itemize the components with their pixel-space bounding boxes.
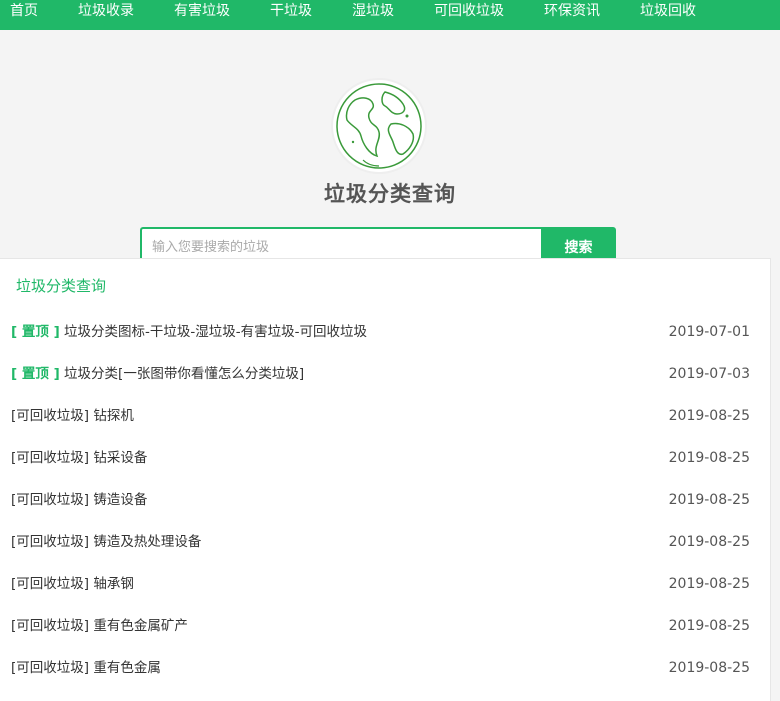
- nav-item-dry[interactable]: 干垃圾: [270, 0, 312, 24]
- list-item: [可回收垃圾] 重有色金属矿产 2019-08-25: [0, 605, 770, 647]
- article-panel: 垃圾分类查询 [ 置顶 ] 垃圾分类图标-干垃圾-湿垃圾-有害垃圾-可回收垃圾 …: [0, 258, 771, 701]
- list-item: [可回收垃圾] 铸造设备 2019-08-25: [0, 479, 770, 521]
- list-item-date: 2019-08-25: [668, 534, 750, 550]
- nav-item-eco-news[interactable]: 环保资讯: [544, 0, 600, 24]
- list-item-link[interactable]: [ 置顶 ] 垃圾分类图标-干垃圾-湿垃圾-有害垃圾-可回收垃圾: [11, 311, 367, 353]
- nav-item-garbage-index[interactable]: 垃圾收录: [78, 0, 134, 24]
- list-item-link[interactable]: [可回收垃圾] 钻探机: [11, 395, 134, 437]
- list-item: [可回收垃圾] 钻采设备 2019-08-25: [0, 437, 770, 479]
- pinned-badge: [ 置顶 ]: [11, 324, 60, 340]
- list-item: [可回收垃圾] 轴承钢 2019-08-25: [0, 563, 770, 605]
- list-item-link[interactable]: [可回收垃圾] 铸造设备: [11, 479, 147, 521]
- site-logo: [333, 80, 425, 172]
- list-item-link[interactable]: [可回收垃圾] 轴承钢: [11, 563, 134, 605]
- list-item-link[interactable]: [可回收垃圾] 钻采设备: [11, 437, 147, 479]
- list-item: [可回收垃圾] 铸造及热处理设备 2019-08-25: [0, 521, 770, 563]
- list-item-date: 2019-08-25: [668, 492, 750, 508]
- hero: 垃圾分类查询 搜索: [0, 30, 780, 267]
- list-item-link[interactable]: [可回收垃圾] 重有色金属: [11, 647, 161, 689]
- list-item-link[interactable]: [可回收垃圾] 铸造及热处理设备: [11, 521, 201, 563]
- list-item: [ 置顶 ] 垃圾分类图标-干垃圾-湿垃圾-有害垃圾-可回收垃圾 2019-07…: [0, 311, 770, 353]
- page-title: 垃圾分类查询: [324, 182, 456, 206]
- pinned-badge: [ 置顶 ]: [11, 366, 60, 382]
- list-item: [ 置顶 ] 垃圾分类[一张图带你看懂怎么分类垃圾] 2019-07-03: [0, 353, 770, 395]
- list-item-date: 2019-07-01: [668, 324, 750, 340]
- list-item-date: 2019-08-25: [668, 618, 750, 634]
- list-item: [可回收垃圾] 重有色金属 2019-08-25: [0, 647, 770, 689]
- article-list: [ 置顶 ] 垃圾分类图标-干垃圾-湿垃圾-有害垃圾-可回收垃圾 2019-07…: [0, 311, 770, 689]
- list-item-date: 2019-07-03: [668, 366, 750, 382]
- top-nav: 首页 垃圾收录 有害垃圾 干垃圾 湿垃圾 可回收垃圾 环保资讯 垃圾回收: [0, 0, 780, 30]
- nav-item-recycling[interactable]: 垃圾回收: [640, 0, 696, 24]
- list-item-title: 垃圾分类[一张图带你看懂怎么分类垃圾]: [64, 366, 305, 382]
- list-item-date: 2019-08-25: [668, 660, 750, 676]
- globe-icon: [336, 83, 422, 169]
- list-item-date: 2019-08-25: [668, 576, 750, 592]
- nav-item-recyclable[interactable]: 可回收垃圾: [434, 0, 504, 24]
- nav-item-home[interactable]: 首页: [10, 0, 38, 24]
- list-item-link[interactable]: [ 置顶 ] 垃圾分类[一张图带你看懂怎么分类垃圾]: [11, 353, 304, 395]
- panel-title: 垃圾分类查询: [16, 277, 107, 295]
- list-item: [可回收垃圾] 钻探机 2019-08-25: [0, 395, 770, 437]
- list-item-link[interactable]: [可回收垃圾] 重有色金属矿产: [11, 605, 188, 647]
- list-item-date: 2019-08-25: [668, 408, 750, 424]
- nav-item-hazardous[interactable]: 有害垃圾: [174, 0, 230, 24]
- nav-item-wet[interactable]: 湿垃圾: [352, 0, 394, 24]
- list-item-title: 垃圾分类图标-干垃圾-湿垃圾-有害垃圾-可回收垃圾: [64, 324, 368, 340]
- list-item-date: 2019-08-25: [668, 450, 750, 466]
